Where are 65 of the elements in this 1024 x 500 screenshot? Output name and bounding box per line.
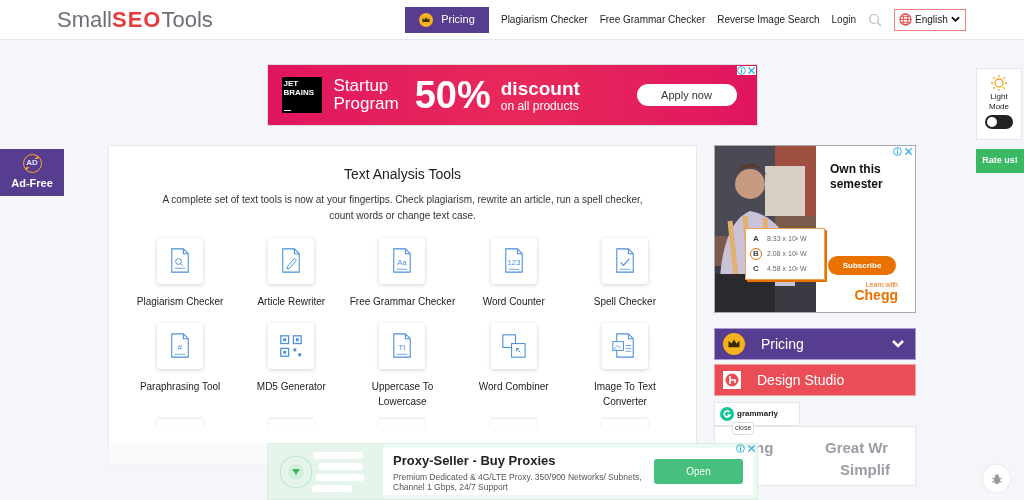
tool-link[interactable]: Image To Text Converter xyxy=(569,323,681,409)
ad-title: Proxy-Seller - Buy Proxies xyxy=(393,451,557,470)
apply-button[interactable]: Apply now xyxy=(636,84,737,106)
close-icon[interactable] xyxy=(747,444,756,453)
tool-link[interactable]: # Paraphrasing Tool xyxy=(124,323,236,409)
ad-free-button[interactable]: AD Ad-Free xyxy=(0,149,64,196)
ad-info-icon[interactable] xyxy=(736,66,746,75)
tool-label: Image To Text Converter xyxy=(592,380,657,409)
tool-link[interactable]: Plagiarism Checker xyxy=(124,238,236,309)
ad-discount: 50% xyxy=(414,76,491,114)
nav-link[interactable]: Login xyxy=(831,12,856,27)
faded-text: Simplif xyxy=(840,460,890,480)
tool-label: Article Rewriter xyxy=(256,295,327,309)
tool-link[interactable]: Article Rewriter xyxy=(235,238,347,309)
sun-icon xyxy=(990,74,1008,92)
side-menu-item[interactable]: Pricing xyxy=(714,328,916,360)
globe-icon xyxy=(899,13,912,26)
tool-label: Free Grammar Checker xyxy=(348,295,457,309)
theme-toggle[interactable] xyxy=(985,115,1013,129)
tool-label: Paraphrasing Tool xyxy=(138,380,222,394)
bug-report-button[interactable] xyxy=(983,465,1010,492)
grammarly-tab[interactable]: grammarly xyxy=(714,402,800,426)
search-icon[interactable] xyxy=(868,12,882,27)
ad-offer: discount on all products xyxy=(500,78,580,112)
tool-label: Uppercase To Lowercase xyxy=(370,380,435,409)
language-dropdown[interactable]: English xyxy=(894,8,966,31)
logo[interactable]: SmallSEOTools xyxy=(57,8,213,31)
tool-label: Word Counter xyxy=(481,295,546,309)
ad-text: Premium Dedicated & 4G/LTE Proxy. 350/900 Networks/ Subnets, Channel 1 Gbps, 24/7 Support xyxy=(393,472,643,493)
jetbrains-logo[interactable]: JET BRAINS xyxy=(281,77,322,113)
tool-label: Plagiarism Checker xyxy=(135,295,225,309)
tool-label: Spell Checker xyxy=(592,295,657,309)
crown-icon xyxy=(419,12,434,27)
nav-link[interactable]: Plagiarism Checker xyxy=(500,12,588,27)
tool-link[interactable]: Tt Uppercase To Lowercase xyxy=(346,323,459,409)
ad-info-icon[interactable] xyxy=(736,444,745,453)
ad-headline: Own this semester xyxy=(830,162,884,192)
tool-link[interactable]: MD5 Generator xyxy=(235,323,347,409)
grammarly-logo-icon xyxy=(720,407,734,421)
design-logo-icon xyxy=(723,371,741,389)
side-menu-item[interactable]: Design Studio xyxy=(714,364,916,396)
nav-link[interactable]: Reverse Image Search xyxy=(717,12,820,27)
card-title: Text Analysis Tools xyxy=(343,165,462,184)
chevron-down-icon xyxy=(891,339,905,349)
nav-link[interactable]: Free Grammar Checker xyxy=(599,12,706,27)
faded-text: Great Wr xyxy=(825,438,889,458)
tool-link[interactable]: Word Combiner xyxy=(458,323,570,409)
chevron-down-icon xyxy=(950,16,960,23)
ad-title: Startup Program xyxy=(333,77,399,113)
tool-link[interactable]: Spell Checker xyxy=(569,238,681,309)
ad-info-icon[interactable] xyxy=(893,147,902,156)
bug-icon xyxy=(990,472,1003,485)
card-description: A complete set of text tools is now at your fingertips. Check plagiarism, rewrite an article, run a spell checker, count words or change text case. xyxy=(161,193,644,223)
tool-link[interactable]: 123 Word Counter xyxy=(458,238,570,309)
option-letter: A xyxy=(752,233,760,245)
option-letter: C xyxy=(752,263,760,275)
tool-link[interactable]: Aa Free Grammar Checker xyxy=(346,238,459,309)
crown-icon xyxy=(723,333,745,355)
proxy-ad[interactable]: Proxy-Seller - Buy Proxies Premium Dedicated & 4G/LTE Proxy. 350/900 Networks/ Subnets, Channel 1 Gbps, 24/7 Support Open xyxy=(267,443,758,500)
theme-label: Light Mode xyxy=(989,92,1009,112)
close-icon[interactable] xyxy=(904,147,913,156)
close-icon[interactable] xyxy=(746,66,756,75)
pricing-button[interactable]: Pricing xyxy=(404,6,489,33)
tool-label: MD5 Generator xyxy=(255,380,327,394)
tool-label: Word Combiner xyxy=(477,380,550,394)
